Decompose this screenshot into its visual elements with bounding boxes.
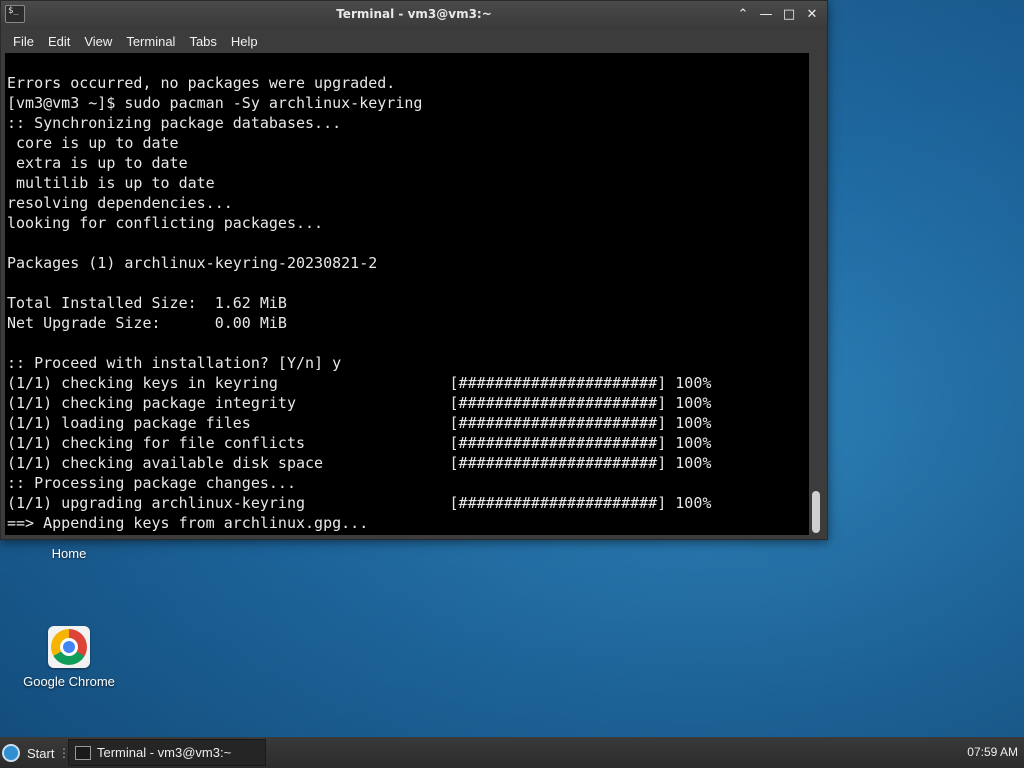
minimize-button[interactable]: — bbox=[757, 6, 775, 24]
terminal-line: Total Installed Size: 1.62 MiB bbox=[7, 294, 287, 312]
menu-tabs[interactable]: Tabs bbox=[182, 34, 223, 49]
terminal-line: Errors occurred, no packages were upgrad… bbox=[7, 74, 396, 92]
terminal-line: (1/1) checking for file conflicts [#####… bbox=[7, 434, 712, 452]
menu-terminal[interactable]: Terminal bbox=[119, 34, 182, 49]
terminal-window: $_ Terminal - vm3@vm3:~ ⌃ — □ ✕ File Edi… bbox=[0, 0, 828, 540]
close-button[interactable]: ✕ bbox=[803, 6, 821, 24]
menu-help[interactable]: Help bbox=[224, 34, 265, 49]
maximize-button[interactable]: □ bbox=[780, 6, 798, 24]
taskbar-item-label: Terminal - vm3@vm3:~ bbox=[97, 745, 232, 760]
clock[interactable]: 07:59 AM bbox=[967, 745, 1018, 759]
terminal-line: resolving dependencies... bbox=[7, 194, 233, 212]
terminal-line: (1/1) checking package integrity [######… bbox=[7, 394, 712, 412]
terminal-line: (1/1) upgrading archlinux-keyring [#####… bbox=[7, 494, 712, 512]
start-label: Start bbox=[27, 745, 55, 761]
desktop-icon-google-chrome[interactable]: Google Chrome bbox=[14, 626, 124, 689]
scrollbar-thumb[interactable] bbox=[812, 491, 820, 533]
menu-bar: File Edit View Terminal Tabs Help bbox=[1, 29, 827, 53]
window-title: Terminal - vm3@vm3:~ bbox=[336, 7, 492, 21]
terminal-output: Errors occurred, no packages were upgrad… bbox=[5, 53, 809, 535]
chrome-icon bbox=[48, 626, 90, 668]
terminal-line: :: Processing package changes... bbox=[7, 474, 296, 492]
desktop-icon-label: Google Chrome bbox=[23, 674, 115, 689]
shade-button[interactable]: ⌃ bbox=[734, 6, 752, 24]
menu-view[interactable]: View bbox=[77, 34, 119, 49]
desktop-icon-label: Home bbox=[51, 546, 87, 561]
taskbar: Start ⋮ Terminal - vm3@vm3:~ 07:59 AM bbox=[0, 737, 1024, 768]
terminal-line: core is up to date bbox=[7, 134, 179, 152]
terminal-output-area[interactable]: Errors occurred, no packages were upgrad… bbox=[5, 53, 809, 535]
terminal-line: ==> Appending keys from archlinux.gpg... bbox=[7, 514, 369, 532]
terminal-line: (1/1) checking keys in keyring [########… bbox=[7, 374, 712, 392]
start-logo-icon bbox=[2, 744, 20, 762]
terminal-task-icon bbox=[75, 745, 91, 760]
menu-file[interactable]: File bbox=[6, 34, 41, 49]
menu-edit[interactable]: Edit bbox=[41, 34, 77, 49]
terminal-line: [vm3@vm3 ~]$ sudo pacman -Sy archlinux-k… bbox=[7, 94, 423, 112]
terminal-line: multilib is up to date bbox=[7, 174, 215, 192]
terminal-line: Packages (1) archlinux-keyring-20230821-… bbox=[7, 254, 378, 272]
scrollbar-track[interactable] bbox=[809, 53, 825, 535]
terminal-line: :: Proceed with installation? [Y/n] y bbox=[7, 354, 342, 372]
title-bar[interactable]: $_ Terminal - vm3@vm3:~ ⌃ — □ ✕ bbox=[1, 1, 827, 29]
terminal-line: looking for conflicting packages... bbox=[7, 214, 324, 232]
terminal-line: (1/1) checking available disk space [###… bbox=[7, 454, 712, 472]
terminal-line: :: Synchronizing package databases... bbox=[7, 114, 342, 132]
terminal-line: Net Upgrade Size: 0.00 MiB bbox=[7, 314, 287, 332]
terminal-line: (1/1) loading package files [###########… bbox=[7, 414, 712, 432]
start-button[interactable]: Start bbox=[2, 741, 54, 765]
terminal-line: extra is up to date bbox=[7, 154, 188, 172]
taskbar-item-terminal[interactable]: Terminal - vm3@vm3:~ bbox=[68, 739, 266, 766]
